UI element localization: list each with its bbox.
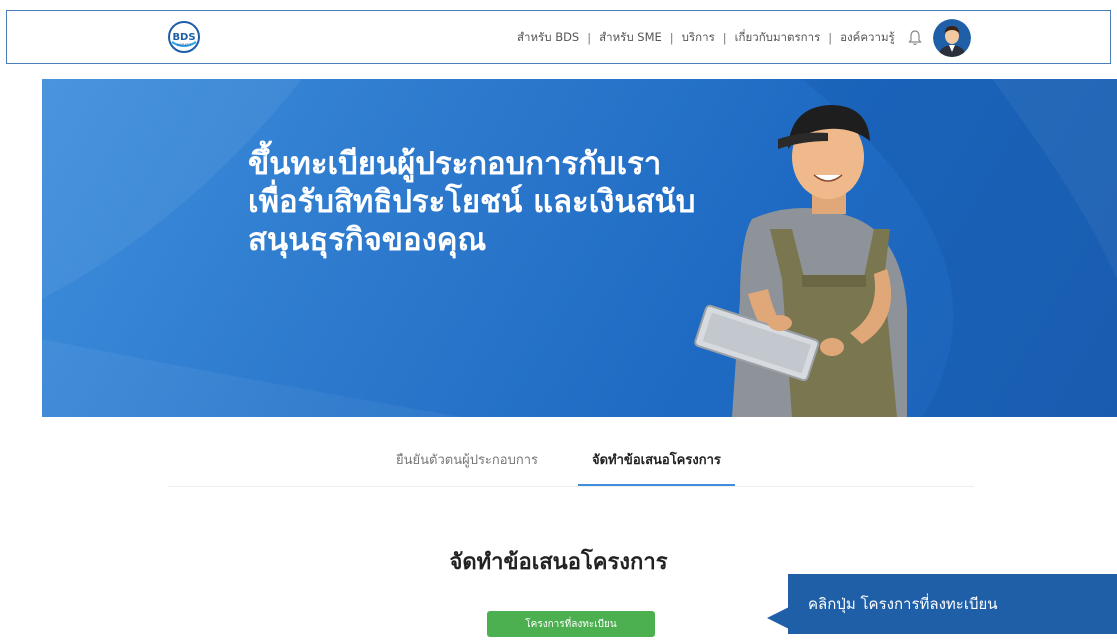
top-navbar: BDS MARKET สำหรับ BDS | สำหรับ SME | บริ… <box>6 10 1111 64</box>
bell-icon[interactable] <box>907 29 923 47</box>
callout-arrow <box>767 607 789 629</box>
hero-person-illustration <box>694 105 907 417</box>
hero-banner: ขึ้นทะเบียนผู้ประกอบการกับเรา เพื่อรับสิ… <box>42 79 1117 417</box>
logo-text: BDS <box>172 32 195 43</box>
bds-logo-icon[interactable]: BDS MARKET <box>167 20 201 54</box>
tab-project-proposal[interactable]: จัดทำข้อเสนอโครงการ <box>578 438 735 486</box>
nav-link-knowledge[interactable]: องค์ความรู้ <box>840 29 895 47</box>
nav-link-services[interactable]: บริการ <box>682 29 715 47</box>
nav-separator: | <box>669 31 674 45</box>
registered-projects-button[interactable]: โครงการที่ลงทะเบียน <box>487 611 655 637</box>
tab-bar: ยืนยันตัวตนผู้ประกอบการ จัดทำข้อเสนอโครง… <box>168 438 974 487</box>
nav-link-for-sme[interactable]: สำหรับ SME <box>599 29 662 47</box>
nav-separator: | <box>828 31 833 45</box>
tab-verify-identity[interactable]: ยืนยันตัวตนผู้ประกอบการ <box>396 438 538 484</box>
nav-separator: | <box>587 31 592 45</box>
user-avatar-icon[interactable] <box>933 19 971 57</box>
nav-link-about-measures[interactable]: เกี่ยวกับมาตรการ <box>735 29 821 47</box>
instruction-callout: คลิกปุ่ม โครงการที่ลงทะเบียน <box>788 574 1117 634</box>
nav-links: สำหรับ BDS | สำหรับ SME | บริการ | เกี่ย… <box>517 11 895 65</box>
nav-separator: | <box>722 31 727 45</box>
logo-subtext: MARKET <box>177 43 192 47</box>
nav-link-for-bds[interactable]: สำหรับ BDS <box>517 29 579 47</box>
